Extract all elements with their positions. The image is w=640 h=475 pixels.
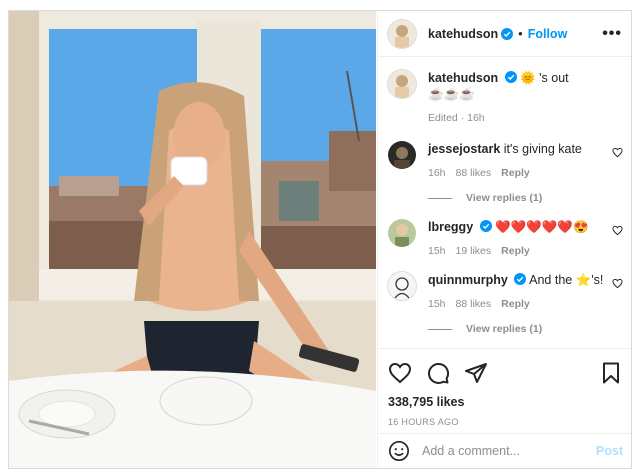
paper-plane-icon[interactable] [464,361,488,385]
comment-row: lbreggy ❤️❤️❤️❤️❤️😍 15h 19 likes Reply [388,219,623,257]
heart-icon[interactable] [388,361,412,385]
comment-row: quinnmurphy And the ⭐'s! 15h 88 likes Re… [388,272,623,310]
post-timestamp[interactable]: 16 HOURS AGO [388,417,623,427]
bookmark-icon[interactable] [599,361,623,385]
view-replies-label[interactable]: View replies (1) [466,323,542,335]
comment-heart-icon[interactable] [612,278,623,289]
author-username[interactable]: katehudson [428,27,498,41]
separator-dot: • [518,26,523,41]
commenter-avatar[interactable] [388,141,416,169]
comment-text: it's giving kate [503,142,582,156]
caption-text-line2: ☕☕☕ [428,87,475,101]
verified-badge-icon [514,273,527,285]
post-comment-button[interactable]: Post [596,444,623,458]
caption-avatar[interactable] [388,70,416,98]
comments-list[interactable]: katehudson 🌞 's out ☕☕☕ Edited · 16h jes… [378,58,631,348]
verified-badge-icon [504,71,517,83]
comment-row: jessejostark it's giving kate 16h 88 lik… [388,141,623,179]
comment-composer: Post [378,433,631,468]
comment-icon[interactable] [426,361,450,385]
comment-input[interactable] [422,444,596,458]
view-replies-label[interactable]: View replies (1) [466,192,542,204]
post-photo[interactable] [9,11,376,468]
comment-username[interactable]: lbreggy [428,220,473,234]
view-replies-button[interactable]: View replies (1) [428,192,623,204]
comment-likes[interactable]: 19 likes [456,245,492,257]
smiley-icon[interactable] [388,440,410,462]
author-avatar[interactable] [388,19,416,48]
action-icons [388,357,623,389]
post-modal: katehudson • Follow ••• katehudson 🌞 's … [8,10,632,469]
post-caption: katehudson 🌞 's out ☕☕☕ Edited · 16h [388,58,623,126]
comment-likes[interactable]: 88 likes [456,298,492,310]
replies-divider [428,197,452,199]
post-header: katehudson • Follow ••• [378,11,631,57]
comment-heart-icon[interactable] [612,147,623,158]
post-details-panel: katehudson • Follow ••• katehudson 🌞 's … [377,11,631,468]
verified-badge-icon [501,27,514,40]
reply-button[interactable]: Reply [501,167,530,179]
comment-heart-icon[interactable] [612,225,623,236]
comment-time[interactable]: 15h [428,245,446,257]
comment-text: ❤️❤️❤️❤️❤️😍 [495,220,589,234]
caption-text: 🌞 's out [520,71,569,85]
comment-time[interactable]: 15h [428,298,446,310]
more-icon[interactable]: ••• [602,25,622,43]
view-replies-button[interactable]: View replies (1) [428,323,623,335]
commenter-avatar[interactable] [388,272,416,300]
comment-username[interactable]: quinnmurphy [428,273,508,287]
reply-button[interactable]: Reply [501,245,530,257]
follow-button[interactable]: Follow [528,27,568,41]
photo-illustration [9,11,376,468]
comment-username[interactable]: jessejostark [428,142,500,156]
comment-time[interactable]: 16h [428,167,446,179]
verified-badge-icon [479,220,492,232]
commenter-avatar[interactable] [388,219,416,247]
comment-text: And the ⭐'s! [529,273,604,287]
reply-button[interactable]: Reply [501,298,530,310]
likes-count[interactable]: 338,795 likes [388,395,623,409]
caption-username[interactable]: katehudson [428,71,498,85]
replies-divider [428,328,452,330]
comment-likes[interactable]: 88 likes [456,167,492,179]
caption-edited-time: Edited · 16h [428,112,485,124]
post-actions: 338,795 likes 16 HOURS AGO [378,348,631,427]
